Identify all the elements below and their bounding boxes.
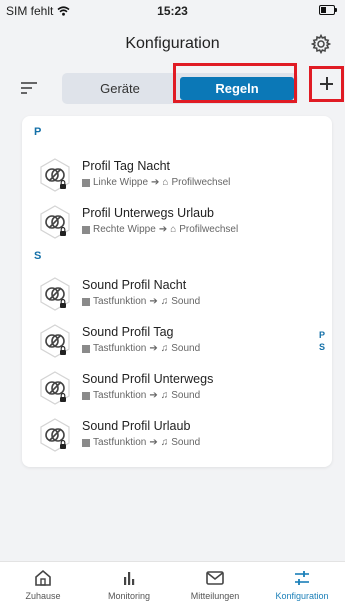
arrow-right-icon: ➔ [149,390,158,401]
status-bar: SIM fehlt 15:23 [0,0,345,20]
rule-action: Sound [171,390,201,401]
header: Konfiguration [0,20,345,66]
switch-icon [82,438,90,447]
rule-summary: Tastfunktion ➔ ♫ Sound [82,343,200,354]
tab-label: Zuhause [25,591,61,601]
rule-summary: Tastfunktion ➔ ♫ Sound [82,437,200,448]
add-rule-button[interactable] [309,66,344,102]
sound-icon: ♫ [160,437,169,448]
gear-icon [310,33,332,55]
rule-name: Sound Profil Nacht [82,278,187,292]
rule-name: Profil Tag Nacht [82,159,171,173]
rule-icon [40,418,70,452]
switch-icon [82,344,90,353]
arrow-right-icon: ➔ [151,177,160,188]
tab-label: Mitteilungen [190,591,240,601]
rule-trigger: Tastfunktion [93,296,147,307]
rule-item[interactable]: Sound Profil Nacht Tastfunktion ➔ ♫ Soun… [22,272,312,316]
settings-button[interactable] [310,33,332,55]
rule-summary: Linke Wippe ➔ ⌂ Profilwechsel [82,177,230,188]
profile-icon: ⌂ [162,177,169,188]
sound-icon: ♫ [160,296,169,307]
home-icon [35,569,51,586]
mail-icon [206,571,224,585]
tab-regeln[interactable]: Regeln [180,77,294,100]
segmented-control: Geräte Regeln [62,73,298,104]
rule-item[interactable]: Sound Profil Urlaub Tastfunktion ➔ ♫ Sou… [22,413,312,457]
rule-icon [40,205,70,239]
switch-icon [82,391,90,400]
rule-action: Sound [171,343,201,354]
rule-summary: Tastfunktion ➔ ♫ Sound [82,390,200,401]
battery-icon [319,5,337,15]
rule-trigger: Tastfunktion [93,390,147,401]
rule-item[interactable]: Profil Tag Nacht Linke Wippe ➔ ⌂ Profilw… [22,153,312,197]
rule-name: Sound Profil Tag [82,325,174,339]
sort-icon [21,82,37,94]
rule-name: Sound Profil Unterwegs [82,372,214,386]
sound-icon: ♫ [160,390,169,401]
rule-name: Profil Unterwegs Urlaub [82,206,214,220]
rule-action: Sound [171,296,201,307]
rule-icon [40,371,70,405]
tab-bar: Zuhause Monitoring Mitteilungen Konfigur… [0,561,345,610]
page-title: Konfiguration [125,35,220,52]
switch-icon [82,297,90,306]
rule-trigger: Tastfunktion [93,437,147,448]
index-p[interactable]: P [319,330,325,340]
rule-trigger: Tastfunktion [93,343,147,354]
filter-row: Geräte Regeln [0,68,345,108]
arrow-right-icon: ➔ [158,224,168,235]
profile-icon: ⌂ [170,224,177,235]
index-s[interactable]: S [319,342,325,352]
rule-icon [40,324,70,358]
sliders-icon [295,571,309,585]
section-header-s: S [34,250,42,262]
tab-label: Monitoring [107,591,151,601]
tab-geraete[interactable]: Geräte [62,73,178,104]
rule-summary: Rechte Wippe ➔ ⌂ Profilwechsel [82,224,238,235]
rule-action: Sound [171,437,201,448]
rule-icon [40,277,70,311]
bar-chart-icon [124,572,135,585]
rules-list: P Profil Tag Nacht Linke Wippe ➔ ⌂ Profi… [22,116,332,467]
sort-button[interactable] [20,80,38,96]
sound-icon: ♫ [160,343,169,354]
clock: 15:23 [157,4,188,18]
tab-mitteilungen[interactable]: Mitteilungen [172,568,258,601]
switch-icon [82,178,90,187]
rule-name: Sound Profil Urlaub [82,419,191,433]
rule-icon [40,158,70,192]
rule-action: Profilwechsel [179,224,239,235]
switch-icon [82,225,90,234]
rule-trigger: Linke Wippe [93,177,149,188]
rule-item[interactable]: Sound Profil Tag Tastfunktion ➔ ♫ Sound [22,319,312,363]
section-header-p: P [34,126,42,138]
rule-summary: Tastfunktion ➔ ♫ Sound [82,296,200,307]
tab-monitoring[interactable]: Monitoring [86,568,172,601]
arrow-right-icon: ➔ [149,343,158,354]
rule-action: Profilwechsel [171,177,231,188]
rule-item[interactable]: Profil Unterwegs Urlaub Rechte Wippe ➔ ⌂… [22,200,312,244]
tab-zuhause[interactable]: Zuhause [0,568,86,601]
tab-label: Konfiguration [275,591,329,601]
tab-konfiguration[interactable]: Konfiguration [259,568,345,601]
rule-trigger: Rechte Wippe [93,224,156,235]
arrow-right-icon: ➔ [149,437,158,448]
rule-item[interactable]: Sound Profil Unterwegs Tastfunktion ➔ ♫ … [22,366,312,410]
arrow-right-icon: ➔ [149,296,158,307]
